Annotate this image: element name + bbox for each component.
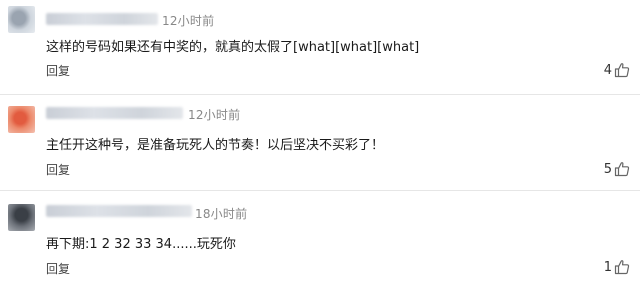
comment-text: 主任开这种号，是准备玩死人的节奏！以后坚决不买彩了！ (46, 138, 385, 153)
thumbs-up-icon (614, 63, 630, 78)
reply-button[interactable]: 回复 (46, 62, 70, 79)
thumbs-up-icon (614, 260, 630, 275)
comment-text: 这样的号码如果还有中奖的，就真的太假了[what][what][what] (46, 40, 420, 55)
avatar[interactable] (8, 204, 35, 231)
comment-item: 12小时前 主任开这种号，是准备玩死人的节奏！以后坚决不买彩了！ 回复 5 (0, 94, 640, 191)
comment-time: 12小时前 (162, 14, 215, 28)
username-blurred[interactable] (46, 107, 183, 119)
like-count: 5 (603, 161, 612, 177)
comment-time: 18小时前 (195, 207, 248, 221)
username-blurred[interactable] (46, 13, 158, 25)
like-button[interactable]: 4 (604, 61, 630, 79)
like-count: 1 (603, 259, 612, 275)
comment-item: 18小时前 再下期:1 2 32 33 34......玩死你 回复 1 (0, 190, 640, 285)
thumbs-up-icon (614, 162, 630, 177)
like-count: 4 (603, 62, 612, 78)
like-button[interactable]: 1 (604, 258, 630, 276)
reply-button[interactable]: 回复 (46, 260, 70, 277)
comment-time: 12小时前 (188, 108, 241, 122)
avatar[interactable] (8, 106, 35, 133)
reply-button[interactable]: 回复 (46, 161, 70, 178)
comment-text: 再下期:1 2 32 33 34......玩死你 (46, 237, 236, 252)
username-blurred[interactable] (46, 205, 192, 217)
comment-item: 12小时前 这样的号码如果还有中奖的，就真的太假了[what][what][wh… (0, 0, 640, 94)
avatar[interactable] (8, 6, 35, 33)
like-button[interactable]: 5 (604, 160, 630, 178)
